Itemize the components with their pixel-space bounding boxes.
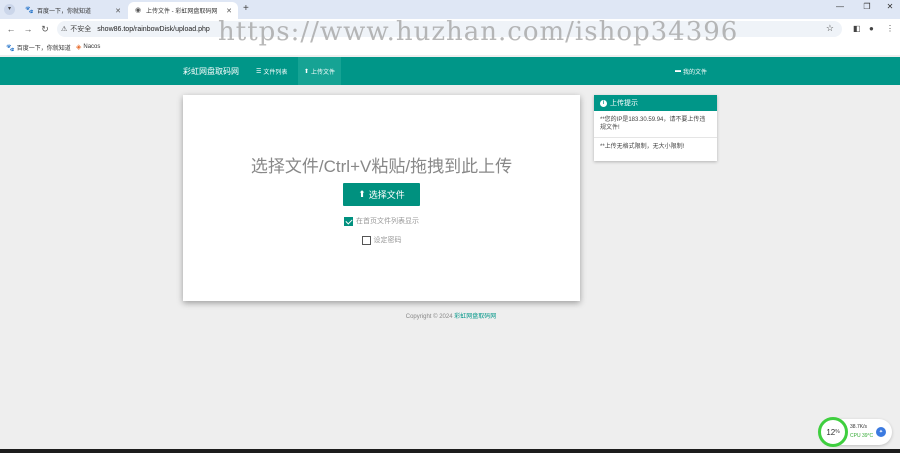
select-file-button[interactable]: ⬆ 选择文件 [343, 183, 420, 206]
set-password-option[interactable]: 设定密码 [183, 235, 580, 245]
forward-icon[interactable]: → [22, 23, 34, 35]
nav-upload[interactable]: ⬆ 上传文件 [298, 57, 342, 85]
nav-file-list[interactable]: ☰ 文件列表 [250, 57, 293, 85]
memory-percent: 12 [826, 427, 836, 437]
back-icon[interactable]: ← [5, 23, 17, 35]
close-icon[interactable]: ✕ [226, 7, 232, 15]
cpu-temp: CPU 39°C [850, 433, 874, 439]
new-tab-icon[interactable]: + [243, 3, 249, 14]
sidepanel-icon[interactable]: ◧ [853, 24, 861, 33]
show-in-list-option[interactable]: 在首页文件列表显示 [183, 216, 580, 226]
tip-item: **您的IP是183.30.59.94，请不要上传违规文件! [600, 117, 706, 131]
minimize-icon[interactable]: — [830, 2, 850, 11]
dropzone-title: 选择文件/Ctrl+V粘贴/拖拽到此上传 [250, 157, 513, 176]
menu-icon[interactable]: ⋮ [886, 24, 894, 33]
bookmark-baidu[interactable]: 🐾 百度一下，你就知道 [6, 43, 71, 53]
baidu-icon: 🐾 [25, 6, 34, 14]
tab-title: 上传文件 - 彩虹网盘取码网 [146, 9, 218, 15]
upload-tips-panel: i 上传提示 **您的IP是183.30.59.94，请不要上传违规文件! **… [594, 95, 717, 161]
upload-icon: ⬆ [358, 189, 366, 199]
bookmark-label: Nacos [83, 44, 101, 50]
percent-unit: % [835, 429, 840, 435]
memory-gauge: 12% [818, 417, 848, 447]
folder-icon: ▬ [675, 68, 681, 74]
security-label: 不安全 [70, 26, 92, 33]
taskbar [0, 449, 900, 453]
reload-icon[interactable]: ↻ [39, 23, 51, 35]
restore-icon[interactable]: ❐ [857, 2, 877, 11]
set-password-label: 设定密码 [373, 237, 402, 244]
select-file-label: 选择文件 [368, 190, 405, 200]
footer: Copyright © 2024 彩虹网盘取码网 [0, 311, 900, 320]
set-password-checkbox[interactable] [361, 235, 371, 245]
globe-icon: ◉ [134, 6, 142, 14]
nav-label: 文件列表 [263, 69, 288, 76]
footer-site-link[interactable]: 彩虹网盘取码网 [454, 314, 496, 320]
copyright-text: Copyright © 2024 [405, 314, 455, 320]
tips-title: 上传提示 [610, 100, 638, 107]
close-icon[interactable]: ✕ [115, 7, 121, 15]
watermark-text: https://www.huzhan.com/ishop34396 [218, 17, 739, 47]
bookmark-nacos[interactable]: ◈ Nacos [76, 43, 100, 51]
tip-item: **上传无格式限制，无大小限制! [594, 137, 717, 156]
nav-label: 上传文件 [311, 69, 336, 76]
show-in-list-label: 在首页文件列表显示 [356, 218, 419, 225]
warning-icon: ⚠ [61, 26, 68, 33]
upload-dropzone[interactable]: 选择文件/Ctrl+V粘贴/拖拽到此上传 ⬆ 选择文件 在首页文件列表显示 设定… [183, 95, 580, 301]
bookmark-star-icon[interactable]: ☆ [826, 23, 834, 34]
site-brand[interactable]: 彩虹网盘取码网 [183, 66, 239, 77]
tab-baidu[interactable]: 🐾 百度一下，你就知道 ✕ [19, 2, 127, 19]
accelerator-icon[interactable]: ✦ [876, 427, 886, 437]
bookmark-label: 百度一下，你就知道 [16, 46, 71, 52]
system-monitor-widget[interactable]: 12% 38.7K/s CPU 39°C ✦ [818, 417, 892, 447]
nav-my-files[interactable]: ▬ 我的文件 [669, 57, 713, 85]
baidu-icon: 🐾 [6, 44, 15, 52]
profile-icon[interactable]: ● [869, 24, 874, 33]
info-icon: i [600, 99, 607, 107]
tab-search-icon[interactable]: ▾ [4, 4, 15, 15]
network-speed: 38.7K/s [850, 424, 867, 430]
site-navbar: 彩虹网盘取码网 ☰ 文件列表 ⬆ 上传文件 ▬ 我的文件 [0, 57, 900, 85]
tab-title: 百度一下，你就知道 [37, 9, 92, 15]
show-in-list-checkbox[interactable] [344, 216, 353, 226]
nav-label: 我的文件 [683, 69, 708, 76]
list-icon: ☰ [256, 68, 262, 75]
tips-header: i 上传提示 [594, 95, 717, 111]
upload-icon: ⬆ [304, 68, 310, 75]
close-window-icon[interactable]: ✕ [880, 2, 900, 11]
nacos-icon: ◈ [76, 44, 82, 51]
url-text: show86.top/rainbowDisk/upload.php [97, 25, 210, 33]
